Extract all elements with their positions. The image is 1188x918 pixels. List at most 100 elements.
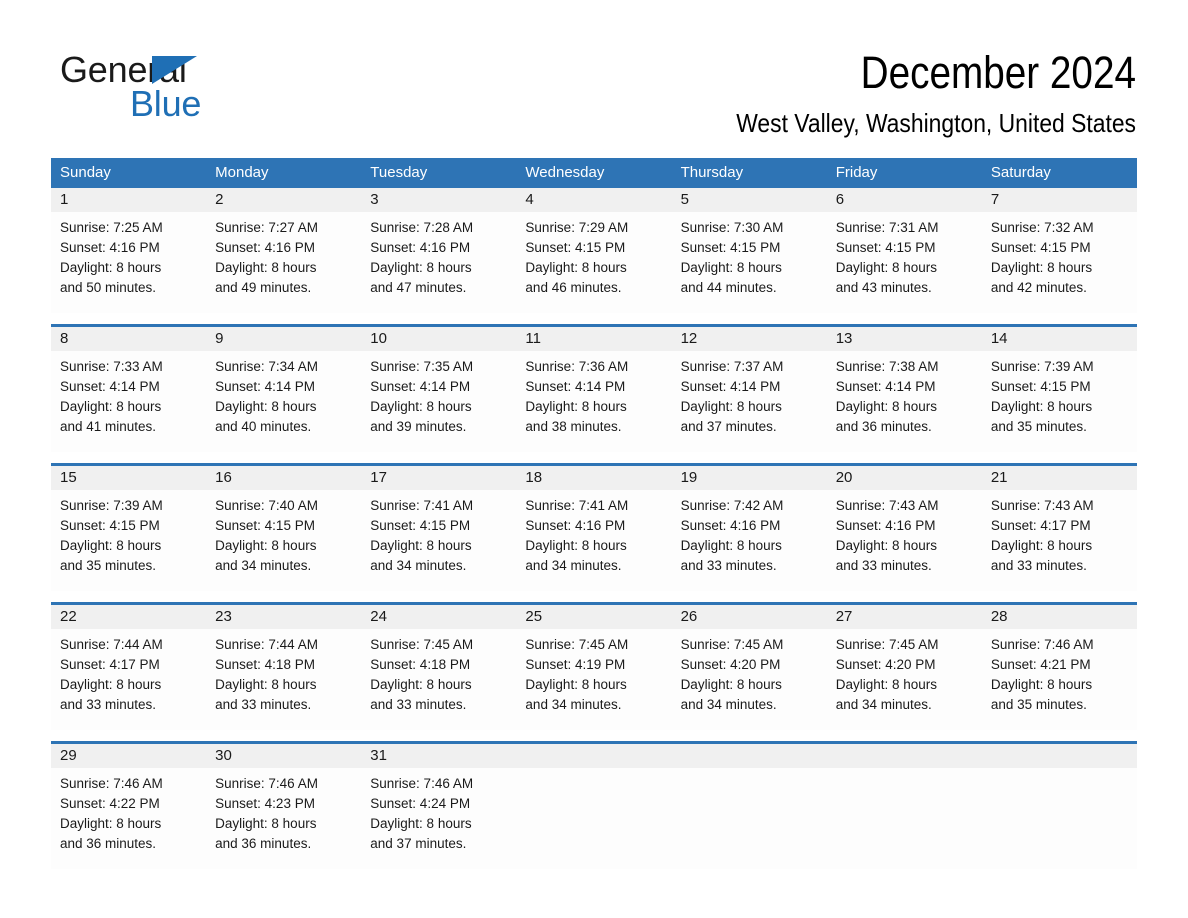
sunrise-text: Sunrise: 7:41 AM <box>525 498 629 513</box>
day-number[interactable]: 17 <box>361 466 516 490</box>
day-number[interactable]: 14 <box>982 327 1137 351</box>
daylight-text-line2: and 47 minutes. <box>370 280 467 295</box>
daylight-text-line1: Daylight: 8 hours <box>370 260 472 275</box>
page-title: December 2024 <box>860 47 1136 98</box>
day-number[interactable]: 26 <box>672 605 827 629</box>
day-number[interactable]: 3 <box>361 188 516 212</box>
sunset-text: Sunset: 4:16 PM <box>370 240 471 255</box>
daylight-text-line1: Daylight: 8 hours <box>525 399 627 414</box>
daylight-text-line1: Daylight: 8 hours <box>680 399 782 414</box>
day-cell[interactable]: Sunrise: 7:28 AM Sunset: 4:16 PM Dayligh… <box>361 212 516 313</box>
sunset-text: Sunset: 4:18 PM <box>370 657 471 672</box>
day-number[interactable]: 10 <box>361 327 516 351</box>
day-cell[interactable]: Sunrise: 7:37 AM Sunset: 4:14 PM Dayligh… <box>672 351 827 452</box>
day-number[interactable]: 21 <box>982 466 1137 490</box>
daylight-text-line2: and 35 minutes. <box>990 419 1087 434</box>
day-cell[interactable]: Sunrise: 7:32 AM Sunset: 4:15 PM Dayligh… <box>982 212 1137 313</box>
day-number[interactable]: 1 <box>51 188 206 212</box>
day-cell[interactable]: Sunrise: 7:44 AM Sunset: 4:18 PM Dayligh… <box>206 629 361 730</box>
day-number[interactable]: 16 <box>206 466 361 490</box>
sunset-text: Sunset: 4:15 PM <box>60 518 160 533</box>
weekday-header-saturday: Saturday <box>990 164 1051 181</box>
day-cell[interactable]: Sunrise: 7:46 AM Sunset: 4:22 PM Dayligh… <box>51 768 206 869</box>
day-cell-empty <box>982 768 1137 869</box>
day-cell[interactable]: Sunrise: 7:44 AM Sunset: 4:17 PM Dayligh… <box>51 629 206 730</box>
day-cell[interactable]: Sunrise: 7:36 AM Sunset: 4:14 PM Dayligh… <box>516 351 671 452</box>
weekday-header-friday: Friday <box>835 164 878 181</box>
day-number[interactable]: 6 <box>827 188 982 212</box>
day-cell[interactable]: Sunrise: 7:27 AM Sunset: 4:16 PM Dayligh… <box>206 212 361 313</box>
day-cell[interactable]: Sunrise: 7:34 AM Sunset: 4:14 PM Dayligh… <box>206 351 361 452</box>
day-number[interactable]: 7 <box>982 188 1137 212</box>
day-number[interactable]: 20 <box>827 466 982 490</box>
sunset-text: Sunset: 4:21 PM <box>990 657 1091 672</box>
day-number[interactable]: 24 <box>361 605 516 629</box>
page-subtitle: West Valley, Washington, United States <box>736 108 1136 138</box>
day-number[interactable]: 15 <box>51 466 206 490</box>
sunrise-text: Sunrise: 7:41 AM <box>370 498 474 513</box>
day-cell[interactable]: Sunrise: 7:41 AM Sunset: 4:15 PM Dayligh… <box>361 490 516 591</box>
day-cell[interactable]: Sunrise: 7:43 AM Sunset: 4:16 PM Dayligh… <box>827 490 982 591</box>
day-cell[interactable]: Sunrise: 7:39 AM Sunset: 4:15 PM Dayligh… <box>982 351 1137 452</box>
day-cell[interactable]: Sunrise: 7:31 AM Sunset: 4:15 PM Dayligh… <box>827 212 982 313</box>
day-number[interactable]: 5 <box>672 188 827 212</box>
day-cell[interactable]: Sunrise: 7:43 AM Sunset: 4:17 PM Dayligh… <box>982 490 1137 591</box>
day-number[interactable]: 23 <box>206 605 361 629</box>
day-number[interactable]: 13 <box>827 327 982 351</box>
day-cell[interactable]: Sunrise: 7:46 AM Sunset: 4:23 PM Dayligh… <box>206 768 361 869</box>
day-number[interactable]: 12 <box>672 327 827 351</box>
day-cell[interactable]: Sunrise: 7:46 AM Sunset: 4:21 PM Dayligh… <box>982 629 1137 730</box>
day-number[interactable]: 18 <box>516 466 671 490</box>
day-number[interactable]: 30 <box>206 744 361 768</box>
sunset-text: Sunset: 4:15 PM <box>680 240 781 255</box>
sunrise-text: Sunrise: 7:42 AM <box>680 498 784 513</box>
daylight-text-line2: and 42 minutes. <box>990 280 1087 295</box>
sunrise-text: Sunrise: 7:43 AM <box>835 498 939 513</box>
daylight-text-line1: Daylight: 8 hours <box>60 538 162 553</box>
day-number[interactable]: 22 <box>51 605 206 629</box>
day-number[interactable]: 11 <box>516 327 671 351</box>
day-number[interactable]: 28 <box>982 605 1137 629</box>
day-cell[interactable]: Sunrise: 7:42 AM Sunset: 4:16 PM Dayligh… <box>672 490 827 591</box>
daylight-text-line1: Daylight: 8 hours <box>680 677 782 692</box>
day-cell[interactable]: Sunrise: 7:46 AM Sunset: 4:24 PM Dayligh… <box>361 768 516 869</box>
day-number[interactable]: 2 <box>206 188 361 212</box>
day-cell[interactable]: Sunrise: 7:39 AM Sunset: 4:15 PM Dayligh… <box>51 490 206 591</box>
day-number[interactable]: 4 <box>516 188 671 212</box>
calendar-page: General Blue December 2024 West Valley, … <box>0 0 1188 918</box>
day-cell[interactable]: Sunrise: 7:25 AM Sunset: 4:16 PM Dayligh… <box>51 212 206 313</box>
day-detail-row: Sunrise: 7:33 AM Sunset: 4:14 PM Dayligh… <box>51 351 1137 452</box>
generalblue-logo[interactable]: General Blue <box>60 50 300 130</box>
sunrise-text: Sunrise: 7:37 AM <box>680 359 784 374</box>
day-cell[interactable]: Sunrise: 7:40 AM Sunset: 4:15 PM Dayligh… <box>206 490 361 591</box>
sunset-text: Sunset: 4:16 PM <box>525 518 626 533</box>
day-number-row: 29 30 31 <box>51 744 1137 768</box>
day-cell-empty <box>516 768 671 869</box>
day-cell[interactable]: Sunrise: 7:45 AM Sunset: 4:20 PM Dayligh… <box>827 629 982 730</box>
daylight-text-line2: and 43 minutes. <box>835 280 932 295</box>
sunset-text: Sunset: 4:14 PM <box>60 379 160 394</box>
day-cell[interactable]: Sunrise: 7:45 AM Sunset: 4:19 PM Dayligh… <box>516 629 671 730</box>
sunrise-text: Sunrise: 7:44 AM <box>215 637 318 652</box>
day-cell[interactable]: Sunrise: 7:30 AM Sunset: 4:15 PM Dayligh… <box>672 212 827 313</box>
day-cell-empty <box>672 768 827 869</box>
sunrise-text: Sunrise: 7:45 AM <box>835 637 939 652</box>
day-cell[interactable]: Sunrise: 7:29 AM Sunset: 4:15 PM Dayligh… <box>516 212 671 313</box>
daylight-text-line1: Daylight: 8 hours <box>60 399 162 414</box>
day-number[interactable]: 31 <box>361 744 516 768</box>
day-number[interactable]: 27 <box>827 605 982 629</box>
day-cell[interactable]: Sunrise: 7:33 AM Sunset: 4:14 PM Dayligh… <box>51 351 206 452</box>
day-number[interactable]: 19 <box>672 466 827 490</box>
day-number[interactable]: 9 <box>206 327 361 351</box>
day-cell[interactable]: Sunrise: 7:35 AM Sunset: 4:14 PM Dayligh… <box>361 351 516 452</box>
day-cell[interactable]: Sunrise: 7:45 AM Sunset: 4:18 PM Dayligh… <box>361 629 516 730</box>
day-number[interactable]: 29 <box>51 744 206 768</box>
sunrise-text: Sunrise: 7:35 AM <box>370 359 474 374</box>
day-cell[interactable]: Sunrise: 7:38 AM Sunset: 4:14 PM Dayligh… <box>827 351 982 452</box>
day-number[interactable]: 8 <box>51 327 206 351</box>
day-cell[interactable]: Sunrise: 7:41 AM Sunset: 4:16 PM Dayligh… <box>516 490 671 591</box>
day-cell[interactable]: Sunrise: 7:45 AM Sunset: 4:20 PM Dayligh… <box>672 629 827 730</box>
day-number[interactable]: 25 <box>516 605 671 629</box>
sunset-text: Sunset: 4:15 PM <box>525 240 626 255</box>
sunset-text: Sunset: 4:24 PM <box>370 796 471 811</box>
